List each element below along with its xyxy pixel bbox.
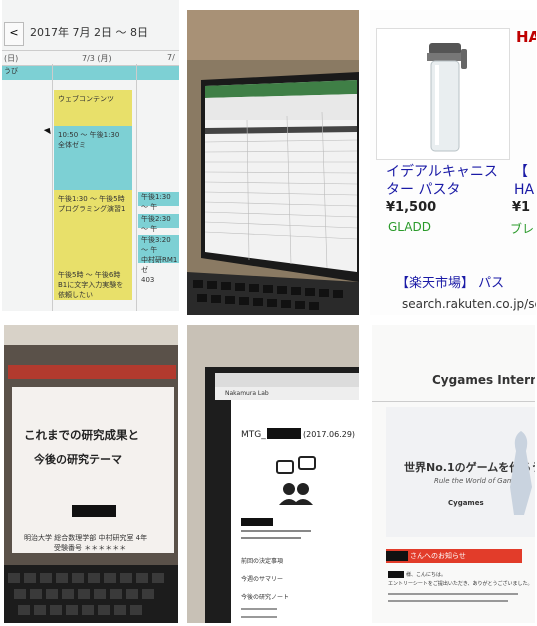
redaction-box xyxy=(72,505,116,517)
desk-background xyxy=(4,325,178,345)
tab-label: Nakamura Lab xyxy=(225,390,269,397)
tile-laptop-spreadsheet-photo xyxy=(187,10,359,315)
text-line xyxy=(241,616,277,618)
event-time: 午後2:30 ～ 午 xyxy=(141,215,171,233)
product-name-link[interactable]: イデアルキャニス ター パスタ xyxy=(386,163,498,199)
event-time: 10:50 ～ 午後1:30 xyxy=(58,131,120,139)
side-product-name: 【 xyxy=(514,164,528,180)
notes-section: 今週のサマリー xyxy=(241,576,284,583)
text-line xyxy=(241,608,277,610)
event-time: 午後1:30 ～ 午 xyxy=(141,193,171,211)
tile-calendar-photo: < 2017年 7月 2日 ～ 8日 (日) 7/3 (月) 7/ うび ウェブ… xyxy=(2,0,179,311)
notes-page: MTG_ (2017.06.29) 前回の決定事項 今週のサマリー 今後の研究ノ… xyxy=(231,400,359,623)
keyboard xyxy=(4,565,178,623)
calendar-event[interactable]: 午後2:30 ～ 午 xyxy=(138,214,179,233)
slide-title-line: 今後の研究テーマ xyxy=(34,453,122,466)
calendar-event[interactable]: 10:50 ～ 午後1:30 全体ゼミ xyxy=(54,126,132,190)
calendar-event[interactable]: ウェブコンテンツ xyxy=(54,90,132,126)
notice-body: エントリーシートをご提出いただき、ありがとうございました。 xyxy=(388,581,533,587)
text-line xyxy=(388,593,518,595)
divider xyxy=(372,401,535,402)
browser-tabs xyxy=(215,373,359,387)
product-name-line: ター パスタ xyxy=(386,182,461,198)
calendar-event[interactable]: 午後1:30 ～ 午 xyxy=(138,192,179,211)
tile-product-listing-photo: HA イデアルキャニス ター パスタ 【 HA ¥1,500 ¥1 GLADD … xyxy=(370,10,536,315)
calendar-week-title: 2017年 7月 2日 ～ 8日 xyxy=(30,26,148,39)
product-image[interactable] xyxy=(376,28,510,160)
event-note: 依頼したい xyxy=(58,291,93,299)
side-product-store[interactable]: ブレ xyxy=(510,220,534,237)
cygames-logo: Cygames xyxy=(448,499,484,507)
notes-section: 今後の研究ノート xyxy=(241,594,290,601)
event-title: 中村研RM1ゼ xyxy=(141,256,178,274)
text-line xyxy=(241,530,311,532)
notice-title: さんへのお知らせ xyxy=(410,552,466,560)
slide-exam-number: 受験番号 ＊＊＊＊＊＊ xyxy=(54,544,127,552)
canister-icon xyxy=(427,43,467,152)
slide-title-line: これまでの研究成果と xyxy=(24,428,139,442)
tile-presentation-photo: これまでの研究成果と 今後の研究テーマ 明治大学 総合数理学部 中村研究室 4年… xyxy=(4,325,178,623)
event-note: 403 xyxy=(141,276,155,284)
character-illustration xyxy=(510,431,532,515)
slide-canvas[interactable]: これまでの研究成果と 今後の研究テーマ 明治大学 総合数理学部 中村研究室 4年… xyxy=(12,387,174,553)
allday-event[interactable]: うび xyxy=(2,66,179,80)
event-title: プログラミング演習1 xyxy=(58,205,126,213)
side-product-name: HA xyxy=(514,182,535,198)
event-time: 午後1:30 ～ 午後5時 xyxy=(58,195,125,203)
notes-title: MTG_ xyxy=(241,430,266,440)
product-price: ¥1,500 xyxy=(386,200,437,215)
day-header-mon: 7/3 (月) xyxy=(82,54,112,63)
browser-tab-active[interactable]: Nakamura Lab xyxy=(215,387,359,400)
redaction-box xyxy=(241,518,273,526)
grid-line xyxy=(136,64,137,311)
tile-internship-page-photo: Cygames Interns 世界No.1のゲームを作ろう Rule the … xyxy=(372,325,535,623)
redaction-box xyxy=(388,571,404,578)
app-ribbon xyxy=(8,365,176,379)
product-name-line: イデアルキャニス xyxy=(386,164,498,180)
notice-greeting: 様、こんにちは。 xyxy=(406,572,447,578)
text-line xyxy=(388,600,508,602)
notes-date: (2017.06.29) xyxy=(303,430,356,439)
text-line xyxy=(241,537,301,539)
redaction-box xyxy=(386,551,408,561)
laptop-spreadsheet-illustration xyxy=(187,10,359,315)
calendar-event[interactable]: 午後1:30 ～ 午後5時 プログラミング演習1 午後5時 ～ 午後6時 B1に… xyxy=(54,190,132,300)
page-heading: Cygames Interns xyxy=(432,373,535,387)
result-url: search.rakuten.co.jp/se xyxy=(402,297,536,311)
side-product-brand: HA xyxy=(516,28,536,46)
redaction-box xyxy=(267,428,301,439)
day-header-tue: 7/ xyxy=(167,53,175,62)
event-time: 午後3:20 ～ 午 xyxy=(141,236,171,254)
calendar-prev-button[interactable]: < xyxy=(4,22,24,46)
event-time: 午後5時 ～ 午後6時 xyxy=(58,271,121,279)
chat-people-icon xyxy=(276,456,316,505)
slide-affiliation: 明治大学 総合数理学部 中村研究室 4年 xyxy=(24,534,148,542)
day-header-sun: (日) xyxy=(4,54,19,63)
event-title: ウェブコンテンツ xyxy=(58,95,114,103)
grid-line xyxy=(52,64,53,311)
event-title: 全体ゼミ xyxy=(58,141,86,149)
tile-monitor-notes-photo: Nakamura Lab MTG_ (2017.06.29) 前回の決定事項 今… xyxy=(187,325,359,623)
result-title-link[interactable]: 【楽天市場】 パス xyxy=(396,272,504,291)
hero-banner: 世界No.1のゲームを作ろう Rule the World of Gaming … xyxy=(386,407,535,537)
calendar-day-header: (日) 7/3 (月) 7/ xyxy=(2,50,179,66)
notes-section: 前回の決定事項 xyxy=(241,558,284,565)
side-product-price: ¥1 xyxy=(512,200,531,215)
side-product-link[interactable]: 【 HA xyxy=(514,163,534,199)
keyboard-keys-icon xyxy=(8,573,164,615)
web-page: Cygames Interns 世界No.1のゲームを作ろう Rule the … xyxy=(372,325,535,623)
allday-event-label: うび xyxy=(4,67,18,75)
calendar-event[interactable]: 午後3:20 ～ 午 中村研RM1ゼ 403 xyxy=(138,235,179,284)
event-title: B1に文字入力実験を xyxy=(58,281,124,289)
product-store[interactable]: GLADD xyxy=(388,220,431,234)
